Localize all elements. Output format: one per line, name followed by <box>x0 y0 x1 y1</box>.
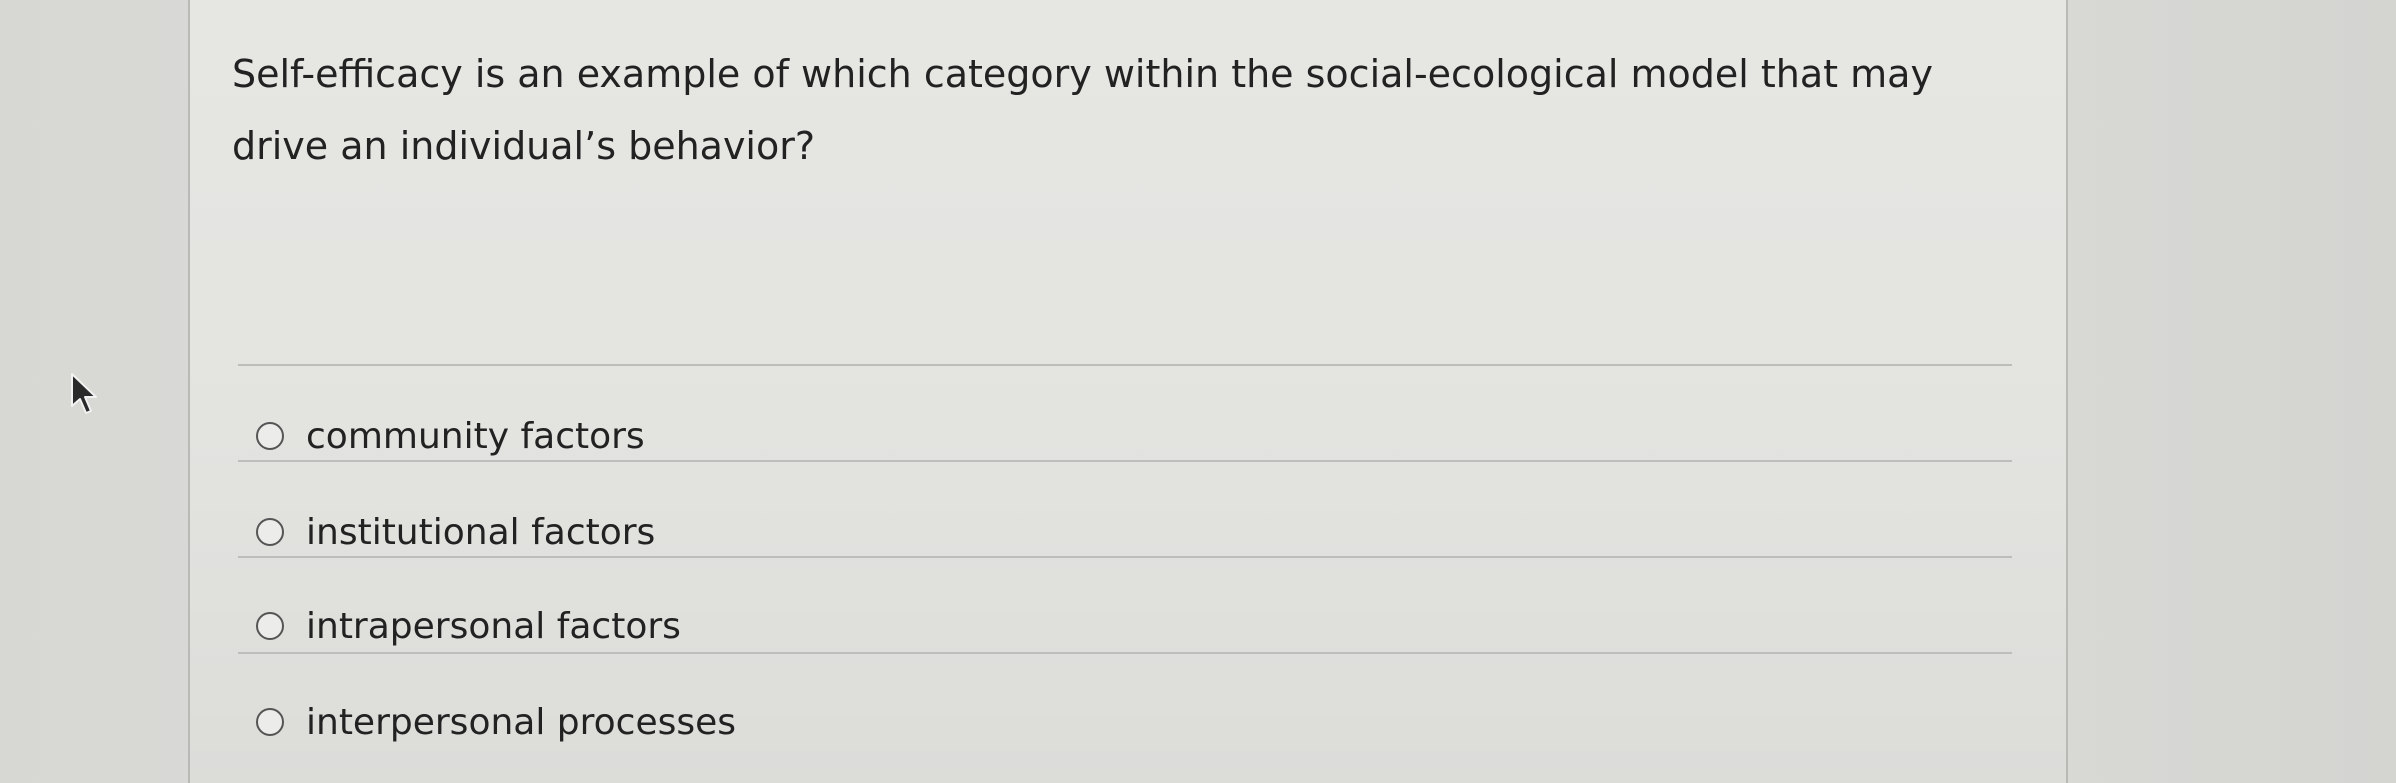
divider <box>238 364 2012 366</box>
choice-intrapersonal-factors[interactable]: intrapersonal factors <box>256 600 681 652</box>
choice-label: community factors <box>306 415 645 457</box>
quiz-question-panel: Self-efficacy is an example of which cat… <box>188 0 2068 783</box>
choice-label: intrapersonal factors <box>306 605 681 647</box>
question-text: Self-efficacy is an example of which cat… <box>232 52 1933 168</box>
radio-button-icon[interactable] <box>256 422 284 450</box>
choice-interpersonal-processes[interactable]: interpersonal processes <box>256 696 736 748</box>
choice-label: interpersonal processes <box>306 701 737 743</box>
divider <box>238 652 2012 654</box>
choice-institutional-factors[interactable]: institutional factors <box>256 506 655 558</box>
radio-button-icon[interactable] <box>256 708 284 736</box>
radio-button-icon[interactable] <box>256 518 284 546</box>
divider <box>238 460 2012 462</box>
radio-button-icon[interactable] <box>256 612 284 640</box>
divider <box>238 556 2012 558</box>
choice-community-factors[interactable]: community factors <box>256 410 645 462</box>
choice-label: institutional factors <box>306 511 656 553</box>
mouse-pointer-icon <box>71 373 97 414</box>
